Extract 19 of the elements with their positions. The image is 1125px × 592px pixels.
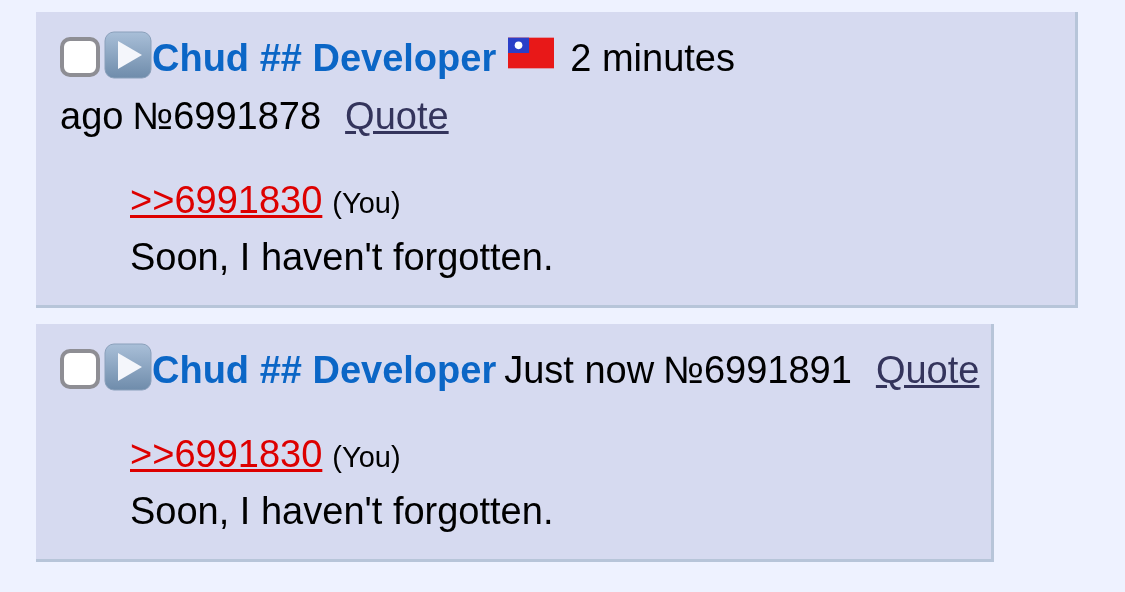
poster-name: Chud ## Developer: [152, 349, 497, 391]
play-icon[interactable]: [104, 343, 152, 391]
post-time: 2 minutes: [570, 37, 735, 79]
quote-link[interactable]: Quote: [875, 349, 980, 391]
post-message: Soon, I haven't forgotten.: [130, 235, 555, 280]
reply-link[interactable]: >>6991830: [130, 433, 323, 475]
you-marker: (You): [332, 187, 401, 219]
poster-name: Chud ## Developer: [152, 37, 497, 79]
checkbox[interactable]: [60, 349, 100, 389]
reply-link[interactable]: >>6991830: [130, 179, 323, 221]
post-message: Soon, I haven't forgotten.: [130, 489, 555, 534]
post-number: №6991878: [132, 95, 322, 137]
post-time: ago: [60, 95, 124, 137]
quote-link[interactable]: Quote: [345, 95, 449, 137]
checkbox[interactable]: [60, 37, 100, 77]
post-number: №6991891: [663, 349, 852, 391]
you-marker: (You): [332, 441, 401, 473]
post-time: Just now: [504, 349, 655, 391]
play-icon[interactable]: [104, 31, 152, 79]
